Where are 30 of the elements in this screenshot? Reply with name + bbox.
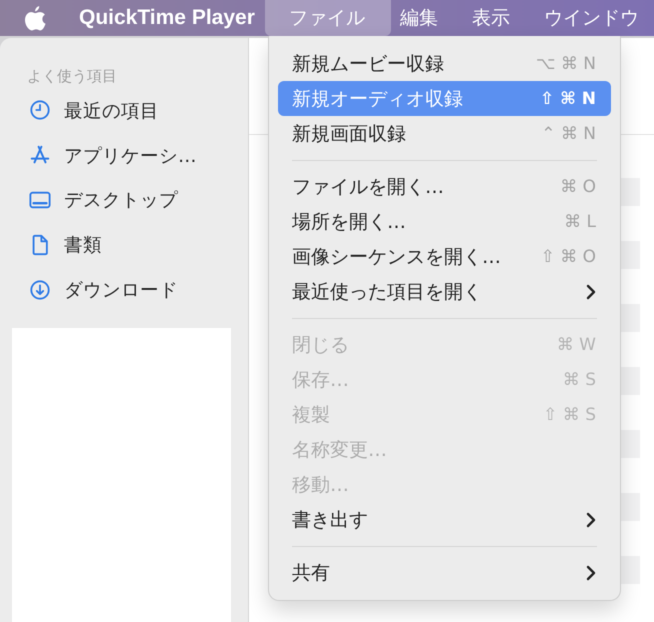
menu-item[interactable]: 最近使った項目を開く — [278, 274, 611, 309]
menu-item[interactable]: 共有 — [278, 555, 611, 590]
menu-item[interactable]: 新規画面収録 ⌃ ⌘ N — [278, 116, 611, 151]
sidebar-item[interactable]: 書類 — [0, 222, 248, 268]
menu-bar-item[interactable]: 表示 — [454, 0, 527, 36]
app-name[interactable]: QuickTime Player — [79, 6, 255, 30]
keyboard-shortcut: ⌃ ⌘ N — [541, 124, 596, 144]
menu-item[interactable]: 画像シーケンスを開く… ⇧ ⌘ O — [278, 239, 611, 274]
keyboard-shortcut: ⌘ L — [564, 212, 596, 232]
menu-item[interactable]: ファイルを開く… ⌘ O — [278, 169, 611, 204]
download-icon — [29, 278, 51, 301]
sidebar-item[interactable]: 最近の項目 — [0, 88, 248, 133]
menu-item[interactable]: 書き出す — [278, 502, 611, 537]
keyboard-shortcut: ⇧ ⌘ S — [543, 404, 596, 424]
keyboard-shortcut: ⇧ ⌘ N — [540, 88, 596, 108]
menu-item[interactable]: 新規ムービー収録 ⌥ ⌘ N — [278, 46, 611, 81]
clock-icon — [29, 99, 51, 122]
keyboard-shortcut: ⌘ O — [560, 176, 596, 196]
a-shape-icon — [29, 144, 51, 166]
sidebar-item[interactable]: アプリケーシ… — [0, 132, 248, 178]
keyboard-shortcut: ⌘ S — [562, 370, 596, 390]
apple-logo-icon[interactable] — [25, 6, 46, 30]
menu-bar-item[interactable]: ウインドウ — [526, 0, 654, 36]
keyboard-shortcut: ⇧ ⌘ O — [540, 246, 596, 266]
keyboard-shortcut: ⌥ ⌘ N — [536, 54, 596, 74]
sidebar-item[interactable]: ダウンロード — [0, 267, 248, 312]
keyboard-shortcut: ⌘ W — [556, 334, 596, 354]
menu-item[interactable]: 場所を開く… ⌘ L — [278, 204, 611, 239]
section-title: よく使う項目 — [27, 66, 117, 86]
sidebar-item[interactable]: デスクトップ — [0, 178, 248, 222]
